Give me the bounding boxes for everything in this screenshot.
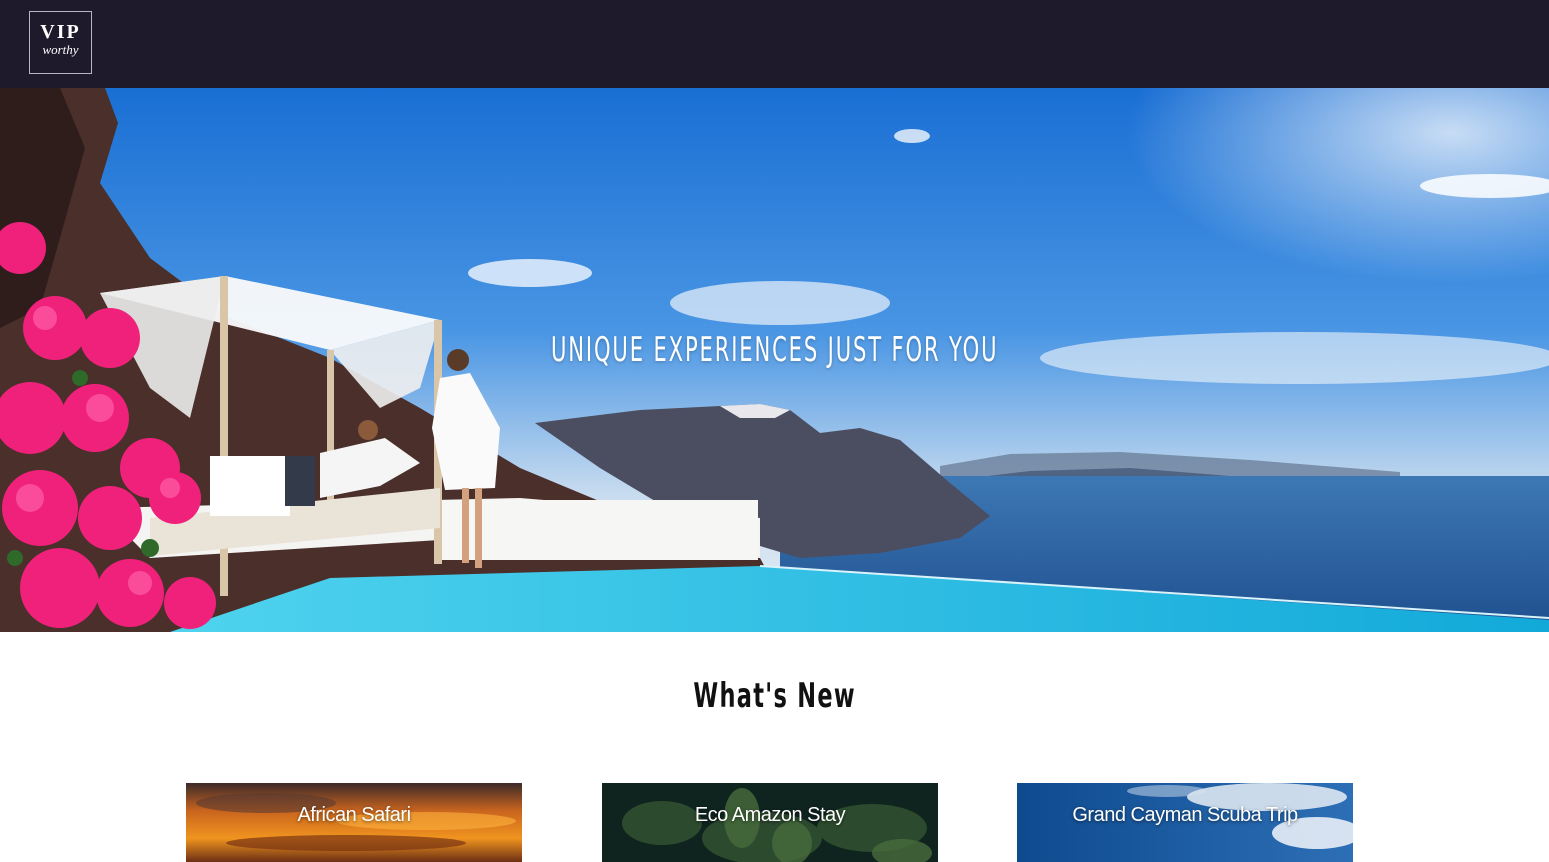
card-label: African Safari xyxy=(297,804,411,826)
vip-worthy-logo[interactable]: VIP worthy xyxy=(29,11,92,74)
logo-text-vip: VIP xyxy=(40,21,81,43)
top-nav-bar: VIP worthy xyxy=(0,0,1549,88)
card-grand-cayman-scuba-trip[interactable]: Grand Cayman Scuba Trip xyxy=(1017,783,1353,862)
card-label: Grand Cayman Scuba Trip xyxy=(1072,804,1298,826)
logo-text-worthy: worthy xyxy=(42,42,79,57)
card-african-safari[interactable]: African Safari xyxy=(186,783,522,862)
card-label: Eco Amazon Stay xyxy=(694,804,846,826)
hero-headline: UNIQUE EXPERIENCES JUST FOR YOU xyxy=(550,330,999,370)
card-eco-amazon-stay[interactable]: Eco Amazon Stay xyxy=(602,783,938,862)
whats-new-heading: What's New xyxy=(693,676,856,716)
hero-banner: UNIQUE EXPERIENCES JUST FOR YOU xyxy=(0,88,1549,632)
